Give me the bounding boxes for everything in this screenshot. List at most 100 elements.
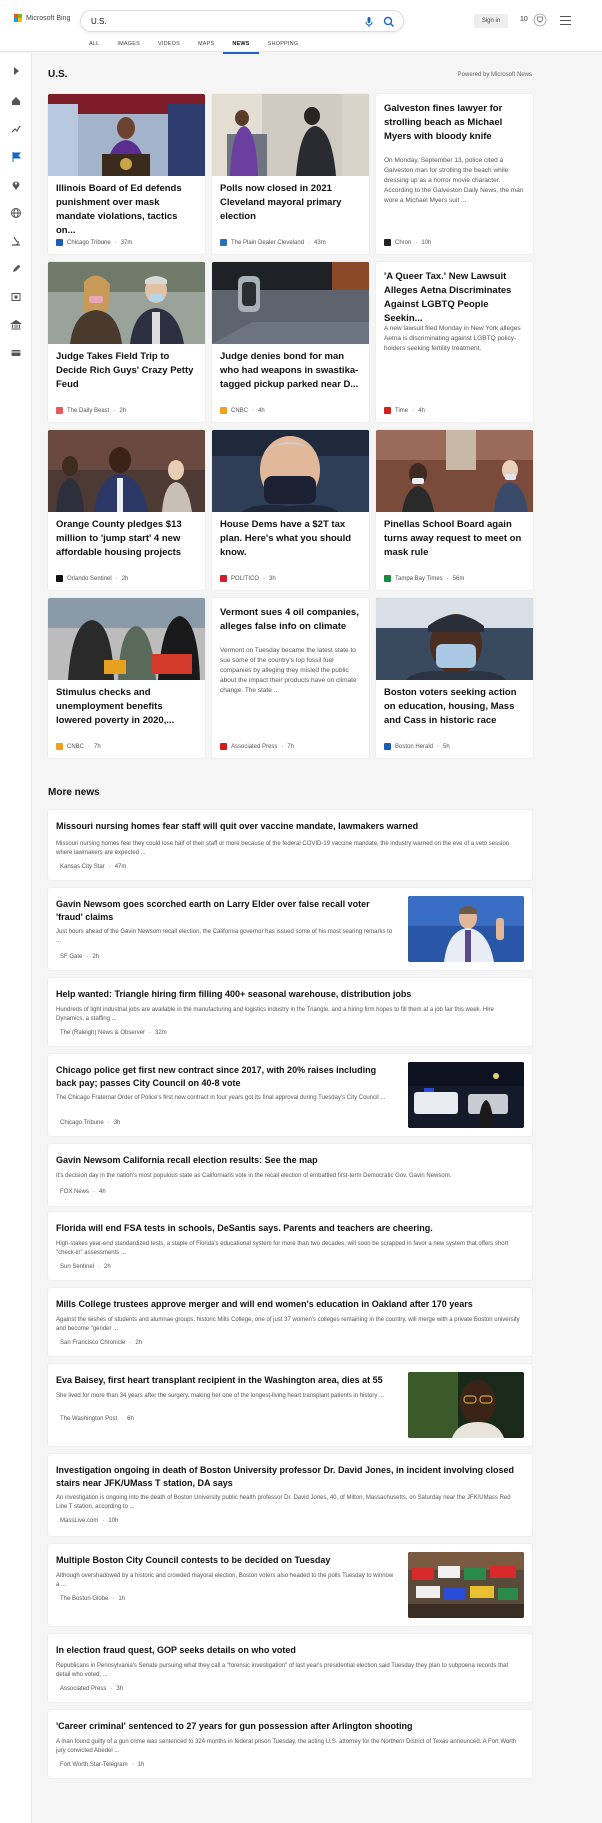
source-favicon [220,407,227,414]
news-thumbnail [408,1552,524,1618]
home-icon[interactable] [10,95,22,107]
more-news-source: San Francisco Chronicle · 2h [60,1340,143,1346]
news-card[interactable]: Boston voters seeking action on educatio… [376,598,533,758]
more-news-snippet: An investigation is ongoing into the dea… [56,1495,511,1510]
news-card[interactable]: Illinois Board of Ed defends punishment … [48,94,205,254]
more-news-source: Associated Press · 3h [60,1686,124,1692]
more-news-title-link[interactable]: Gavin Newsom California recall election … [56,1154,522,1167]
card-title[interactable]: Illinois Board of Ed defends punishment … [56,182,196,238]
tab-videos[interactable]: VIDEOS [149,38,189,54]
sign-in-button[interactable]: Sign in [474,14,508,28]
news-card[interactable]: Stimulus checks and unemployment benefit… [48,598,205,758]
section-title: U.S. [48,69,68,80]
tab-news[interactable]: NEWS [223,38,259,54]
card-icon[interactable] [10,347,22,359]
sidebar [0,53,32,1823]
card-title[interactable]: Orange County pledges $13 million to 'ju… [56,518,196,560]
more-news-title-link[interactable]: Multiple Boston City Council contests to… [56,1554,396,1567]
news-card[interactable]: House Dems have a $2T tax plan. Here's w… [212,430,369,590]
more-news-title-link[interactable]: Help wanted: Triangle hiring firm fillin… [56,988,522,1001]
news-photo [48,94,205,176]
card-title[interactable]: 'A Queer Tax.' New Lawsuit Alleges Aetna… [384,270,524,326]
card-title[interactable]: Stimulus checks and unemployment benefit… [56,686,196,728]
card-source: Associated Press · 7h [220,743,294,750]
card-source: CNBC · 7h [56,743,101,750]
more-news-source: FOX News · 4h [60,1189,106,1195]
tab-maps[interactable]: MAPS [189,38,223,54]
search-input[interactable] [91,15,331,28]
trending-icon[interactable] [10,123,22,135]
news-card[interactable]: Polls now closed in 2021 Cleveland mayor… [212,94,369,254]
source-favicon [220,239,227,246]
more-news-title-link[interactable]: Chicago police get first new contract si… [56,1064,396,1090]
more-news-source: Fort Worth Star-Telegram · 1h [60,1762,145,1768]
more-news-source: The (Raleigh) News & Observer · 32m [60,1030,167,1036]
more-news-item[interactable]: Florida will end FSA tests in schools, D… [48,1212,532,1280]
card-snippet: Vermont on Tuesday became the latest sta… [220,647,357,694]
news-card[interactable]: Galveston fines lawyer for strolling bea… [376,94,533,254]
tab-all[interactable]: ALL [80,38,108,54]
more-news-item[interactable]: Mills College trustees approve merger an… [48,1288,532,1356]
card-title[interactable]: Judge denies bond for man who had weapon… [220,350,360,392]
bing-logo[interactable]: Microsoft Bing [14,14,70,22]
more-news-item[interactable]: Eva Baisey, first heart transplant recip… [48,1364,532,1446]
more-news-title-link[interactable]: In election fraud quest, GOP seeks detai… [56,1644,522,1657]
more-news-item[interactable]: 'Career criminal' sentenced to 27 years … [48,1710,532,1778]
more-news-title-link[interactable]: Investigation ongoing in death of Boston… [56,1464,522,1490]
more-news-item[interactable]: Multiple Boston City Council contests to… [48,1544,532,1626]
more-news-snippet: Republicans in Pennsylvania's Senate pur… [56,1663,509,1678]
more-news-title-link[interactable]: Eva Baisey, first heart transplant recip… [56,1374,396,1387]
tab-images[interactable]: IMAGES [108,38,149,54]
more-news-title-link[interactable]: Florida will end FSA tests in schools, D… [56,1222,522,1235]
card-source: Time · 4h [384,407,425,414]
more-news-snippet: A man found guilty of a gun crime was se… [56,1739,517,1754]
card-snippet: A new lawsuit filed Monday in New York a… [384,325,521,352]
more-news-title: More news [48,787,100,798]
microscope-icon[interactable] [10,235,22,247]
more-news-item[interactable]: Gavin Newsom goes scorched earth on Larr… [48,888,532,970]
card-title[interactable]: House Dems have a $2T tax plan. Here's w… [220,518,360,560]
microphone-icon[interactable] [363,16,375,28]
news-card[interactable]: Pinellas School Board again turns away r… [376,430,533,590]
more-news-item[interactable]: Help wanted: Triangle hiring firm fillin… [48,978,532,1046]
news-photo [212,94,369,176]
expand-sidebar-icon[interactable] [10,65,22,77]
card-title[interactable]: Boston voters seeking action on educatio… [384,686,524,728]
more-news-snippet: She lived for more than 34 years after t… [56,1393,385,1399]
source-favicon [384,407,391,414]
more-news-item[interactable]: Investigation ongoing in death of Boston… [48,1454,532,1536]
more-news-item[interactable]: Missouri nursing homes fear staff will q… [48,810,532,880]
news-card[interactable]: Judge Takes Field Trip to Decide Rich Gu… [48,262,205,422]
news-card[interactable]: Judge denies bond for man who had weapon… [212,262,369,422]
card-title[interactable]: Pinellas School Board again turns away r… [384,518,524,560]
globe-icon[interactable] [10,207,22,219]
more-news-title-link[interactable]: 'Career criminal' sentenced to 27 years … [56,1720,522,1733]
more-news-source: The Boston Globe · 1h [60,1596,126,1602]
more-news-title-link[interactable]: Gavin Newsom goes scorched earth on Larr… [56,898,396,924]
tab-shopping[interactable]: SHOPPING [259,38,308,54]
news-card[interactable]: 'A Queer Tax.' New Lawsuit Alleges Aetna… [376,262,533,422]
card-title[interactable]: Galveston fines lawyer for strolling bea… [384,102,524,144]
search-icon[interactable] [383,16,395,28]
more-news-item[interactable]: Chicago police get first new contract si… [48,1054,532,1136]
news-card[interactable]: Orange County pledges $13 million to 'ju… [48,430,205,590]
more-news-item[interactable]: In election fraud quest, GOP seeks detai… [48,1634,532,1702]
menu-icon[interactable] [560,16,571,25]
card-source: CNBC · 4h [220,407,265,414]
card-title[interactable]: Vermont sues 4 oil companies, alleges fa… [220,606,360,634]
card-title[interactable]: Judge Takes Field Trip to Decide Rich Gu… [56,350,196,392]
more-news-item[interactable]: Gavin Newsom California recall election … [48,1144,532,1206]
film-icon[interactable] [10,291,22,303]
card-source: Boston Herald · 5h [384,743,450,750]
bank-icon[interactable] [10,319,22,331]
flag-icon[interactable] [10,151,22,163]
card-title[interactable]: Polls now closed in 2021 Cleveland mayor… [220,182,360,224]
rocket-icon[interactable] [10,263,22,275]
more-news-title-link[interactable]: Mills College trustees approve merger an… [56,1298,522,1311]
rewards-points[interactable]: 10 [520,16,528,23]
news-card[interactable]: Vermont sues 4 oil companies, alleges fa… [212,598,369,758]
rewards-trophy-icon[interactable] [533,13,547,27]
card-source: The Plain Dealer Cleveland · 43m [220,239,326,246]
location-icon[interactable] [10,179,22,191]
more-news-title-link[interactable]: Missouri nursing homes fear staff will q… [56,820,522,833]
